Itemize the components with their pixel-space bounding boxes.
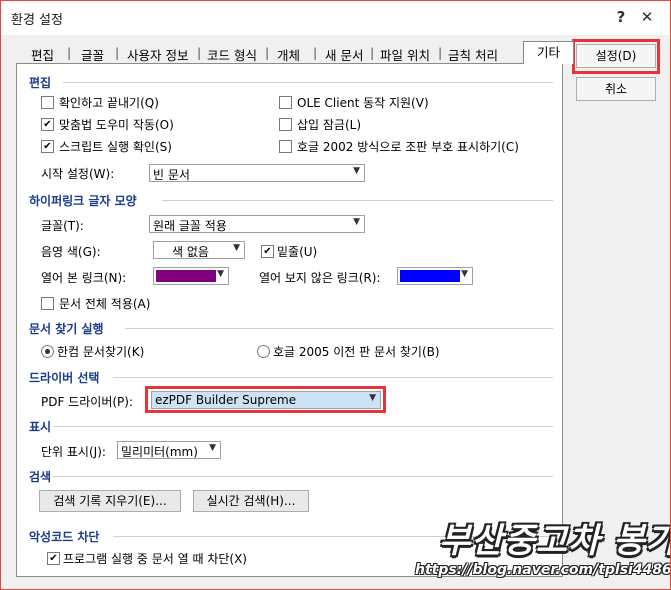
ole-support-label: OLE Client 동작 지원(V) [297, 96, 429, 110]
visited-link-label: 열어 본 링크(N): [41, 271, 127, 285]
tab-separator: | [313, 45, 318, 60]
tab-etc[interactable]: 기타 [523, 41, 574, 64]
visited-color-swatch [156, 270, 216, 282]
hangul2002-checkbox[interactable] [279, 140, 292, 153]
unit-display-label: 단위 표시(J): [41, 445, 106, 459]
section-hyperlink-title: 하이퍼링크 글자 모양 [29, 194, 137, 208]
tab-separator: | [438, 45, 443, 60]
tab-edit[interactable]: 편집 [31, 45, 54, 64]
whole-doc-label: 문서 전체 적용(A) [59, 297, 151, 311]
title-bar: 환경 설정 ? ✕ [1, 1, 670, 35]
dialog-title: 환경 설정 [11, 13, 63, 28]
section-edit-title: 편집 [29, 76, 52, 90]
watermark-url: https://blog.naver.com/tplsi448656 [415, 562, 671, 578]
section-divider [53, 426, 553, 427]
insert-lock-label: 삽입 잠금(L) [297, 118, 362, 132]
clear-history-button[interactable]: 검색 기록 지우기(E)... [39, 490, 181, 512]
chevron-down-icon: ▼ [461, 269, 468, 279]
chevron-down-icon: ▼ [217, 269, 224, 279]
unvisited-color-swatch [400, 270, 460, 282]
realtime-search-button[interactable]: 실시간 검색(H)... [193, 490, 309, 512]
section-divider [162, 200, 553, 201]
help-button[interactable]: ? [611, 7, 631, 27]
legacy-find-label: 호글 2005 이전 판 문서 찾기(B) [273, 345, 440, 359]
section-display-title: 표시 [29, 420, 52, 434]
script-check-checkbox[interactable]: ✔ [41, 140, 54, 153]
block-on-run-checkbox[interactable]: ✔ [47, 552, 60, 565]
start-setting-label: 시작 설정(W): [41, 167, 115, 181]
section-divider [125, 328, 553, 329]
spellcheck-label: 맞춤법 도우미 작동(O) [59, 118, 174, 132]
tab-user-info[interactable]: 사용자 정보 [127, 45, 188, 64]
insert-lock-checkbox[interactable] [279, 118, 292, 131]
spellcheck-checkbox[interactable]: ✔ [41, 118, 54, 131]
chevron-down-icon: ▼ [369, 393, 376, 403]
section-malware-title: 악성코드 차단 [29, 530, 100, 544]
start-setting-select[interactable]: 빈 문서 ▼ [149, 164, 365, 182]
hangul2002-label: 호글 2002 방식으로 조판 부호 표시하기(C) [297, 140, 519, 154]
chevron-down-icon: ▼ [209, 443, 216, 453]
tab-strip: 편집 | 글꼴 | 사용자 정보 | 코드 형식 | 개체 | 새 문서 | 파… [15, 41, 574, 64]
hancom-find-radio[interactable] [41, 345, 54, 358]
tab-separator: | [265, 45, 270, 60]
pdf-driver-value: ezPDF Builder Supreme [155, 393, 297, 407]
chevron-down-icon: ▼ [353, 217, 360, 227]
unit-display-select[interactable]: 밀리미터(mm) ▼ [117, 441, 221, 459]
start-setting-value: 빈 문서 [153, 168, 190, 182]
tab-new-doc[interactable]: 새 문서 [325, 45, 363, 64]
tab-file-location[interactable]: 파일 위치 [380, 45, 430, 64]
tab-separator: | [370, 45, 375, 60]
hancom-find-label: 한컴 문서찾기(K) [57, 345, 145, 359]
chevron-down-icon: ▼ [233, 243, 240, 253]
unvisited-link-color-select[interactable]: ▼ [397, 267, 473, 285]
pdf-driver-label: PDF 드라이버(P): [41, 395, 133, 409]
pdf-driver-select[interactable]: ezPDF Builder Supreme ▼ [151, 391, 381, 409]
underline-label: 밑줄(U) [277, 245, 318, 259]
tab-separator: | [115, 45, 120, 60]
shade-color-select[interactable]: 색 없음 ▼ [153, 241, 245, 259]
tab-separator: | [197, 45, 202, 60]
ole-support-checkbox[interactable] [279, 96, 292, 109]
shade-color-value: 색 없음 [172, 245, 209, 259]
section-doc-find-title: 문서 찾기 실행 [29, 322, 104, 336]
cancel-button[interactable]: 취소 [576, 77, 656, 101]
tab-separator: | [67, 45, 72, 60]
settings-panel: 편집 확인하고 끝내기(Q) ✔ 맞춤법 도우미 작동(O) ✔ 스크립트 실행… [16, 63, 563, 577]
watermark-title: 부산중고차 봉가 [439, 521, 671, 561]
tab-code-format[interactable]: 코드 형식 [207, 45, 257, 64]
hyperlink-font-value: 원래 글꼴 적용 [153, 219, 227, 233]
tab-font[interactable]: 글꼴 [81, 45, 104, 64]
tab-prohibition[interactable]: 금칙 처리 [448, 45, 498, 64]
visited-link-color-select[interactable]: ▼ [153, 267, 229, 285]
section-search-title: 검색 [29, 470, 52, 484]
tab-object[interactable]: 개체 [277, 45, 300, 64]
confirm-exit-label: 확인하고 끝내기(Q) [59, 96, 159, 110]
hyperlink-font-select[interactable]: 원래 글꼴 적용 ▼ [149, 215, 365, 233]
unvisited-link-label: 열어 보지 않은 링크(R): [259, 271, 381, 285]
whole-doc-checkbox[interactable] [41, 297, 54, 310]
unit-display-value: 밀리미터(mm) [121, 445, 198, 459]
section-driver-title: 드라이버 선택 [29, 371, 100, 385]
shade-color-label: 음영 색(G): [41, 245, 101, 259]
legacy-find-radio[interactable] [257, 345, 270, 358]
settings-dialog: 환경 설정 ? ✕ 편집 | 글꼴 | 사용자 정보 | 코드 형식 | 개체 … [0, 0, 671, 590]
section-divider [53, 476, 553, 477]
underline-checkbox[interactable]: ✔ [261, 245, 274, 258]
section-divider [63, 82, 553, 83]
ok-button[interactable]: 설정(D) [576, 44, 656, 68]
hyperlink-font-label: 글꼴(T): [41, 219, 84, 233]
block-on-run-label: 프로그램 실행 중 문서 열 때 차단(X) [63, 552, 247, 566]
confirm-exit-checkbox[interactable] [41, 96, 54, 109]
script-check-label: 스크립트 실행 확인(S) [59, 140, 172, 154]
chevron-down-icon: ▼ [353, 166, 360, 176]
close-button[interactable]: ✕ [637, 7, 657, 27]
section-divider [113, 377, 553, 378]
